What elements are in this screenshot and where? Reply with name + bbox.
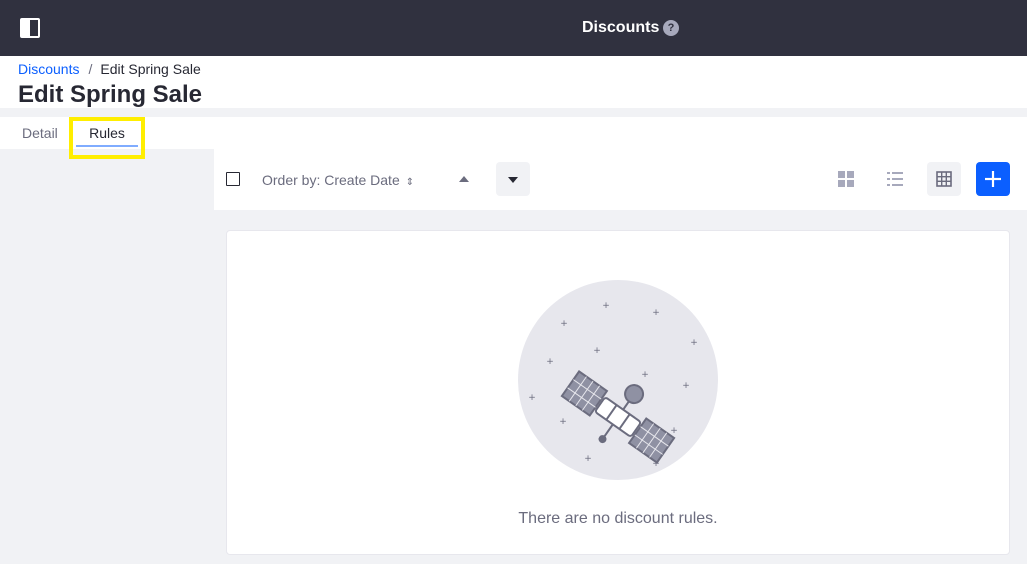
view-list-button[interactable] [878, 162, 912, 196]
tab-detail[interactable]: Detail [22, 117, 58, 149]
select-all-checkbox[interactable] [226, 172, 240, 186]
svg-text:+: + [559, 417, 567, 427]
sidebar-toggle-icon[interactable] [20, 18, 40, 38]
sort-descending-button[interactable] [496, 162, 530, 196]
svg-text:+: + [652, 308, 660, 318]
app-title: Discounts [582, 19, 660, 36]
breadcrumb-current: Edit Spring Sale [100, 61, 201, 77]
caret-up-icon [459, 176, 469, 182]
view-cards-button[interactable] [829, 162, 863, 196]
page-header: Discounts / Edit Spring Sale Edit Spring S… [0, 56, 1027, 108]
order-by-dropdown[interactable]: Order by: Create Date ⇕ [262, 172, 414, 188]
satellite-illustration: + + + + + + + + + + + + + [518, 280, 718, 480]
tabs-bar: Detail Rules [0, 117, 1027, 149]
help-icon[interactable]: ? [663, 20, 679, 36]
sort-ascending-button[interactable] [452, 167, 476, 191]
order-by-label: Order by: Create Date [262, 172, 400, 188]
svg-text:+: + [584, 454, 592, 464]
svg-text:+: + [546, 357, 554, 367]
caret-double-icon: ⇕ [405, 177, 415, 188]
svg-text:+: + [528, 393, 536, 403]
svg-text:+: + [602, 301, 610, 311]
svg-text:+: + [593, 346, 601, 356]
svg-text:+: + [560, 319, 568, 329]
add-rule-button[interactable] [976, 162, 1010, 196]
breadcrumb: Discounts / Edit Spring Sale [18, 61, 201, 77]
highlight-annotation [69, 117, 145, 159]
plus-icon [985, 171, 1001, 187]
breadcrumb-separator: / [88, 61, 93, 77]
svg-text:+: + [682, 381, 690, 391]
top-navbar: Discounts ? [0, 0, 1027, 56]
empty-state-panel: + + + + + + + + + + + + + There are no d… [226, 230, 1010, 555]
svg-text:+: + [670, 426, 678, 436]
view-list-icon [887, 172, 903, 186]
view-table-button[interactable] [927, 162, 961, 196]
empty-state-message: There are no discount rules. [518, 510, 718, 527]
view-cards-icon [838, 171, 854, 187]
caret-down-icon [508, 177, 518, 183]
svg-text:+: + [641, 370, 649, 380]
page-title: Edit Spring Sale [18, 81, 203, 108]
view-table-icon [936, 171, 952, 187]
sidebar-toggle-fill [22, 20, 30, 36]
management-toolbar: Order by: Create Date ⇕ [214, 149, 1027, 210]
breadcrumb-link-discounts[interactable]: Discounts [18, 61, 79, 77]
svg-text:+: + [690, 338, 698, 348]
